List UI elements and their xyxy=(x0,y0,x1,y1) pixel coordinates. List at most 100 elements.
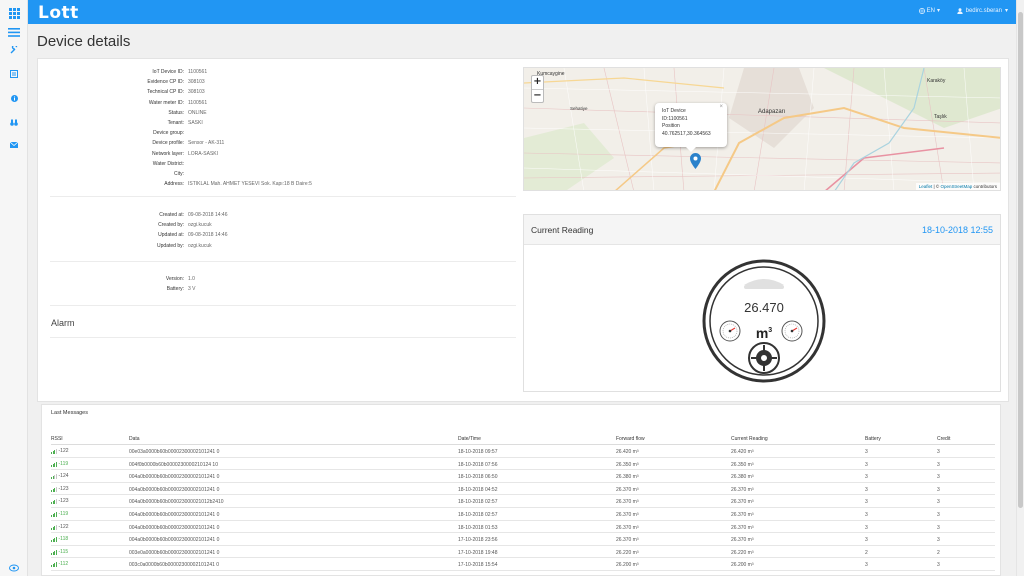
map-marker-icon[interactable] xyxy=(690,153,701,169)
signal-bars-icon xyxy=(51,499,57,505)
field-value: ozgi.kucuk xyxy=(188,222,212,229)
table-row[interactable]: -115 003e0a0000b60b00002300002101241 0 17-… xyxy=(51,546,995,559)
table-row[interactable]: -123 004a0b0000b60b000023000021012b2410 18… xyxy=(51,495,995,508)
battery-cell: 3 xyxy=(865,511,868,518)
current-reading-timestamp: 18-10-2018 12:55 xyxy=(921,225,993,235)
field-row: Evidence CP ID: 308103 xyxy=(50,77,312,87)
messages-table: RSSI Data Date/Time Forward flow Current Rea… xyxy=(51,434,995,571)
flow-cell: 26.370 m³ xyxy=(616,499,639,506)
data-cell: 004f0b0000b60b0000230000210124 10 xyxy=(129,461,218,468)
field-row: Technical CP ID: 308103 xyxy=(50,87,312,97)
current-reading-header: Current Reading 18-10-2018 12:55 xyxy=(524,215,1000,245)
zoom-out-button[interactable]: − xyxy=(532,89,543,102)
field-row: Created at: 09-08-2018 14:46 xyxy=(50,210,227,220)
credit-cell: 2 xyxy=(937,549,940,556)
field-row: Network layer: LORA-SASKI xyxy=(50,149,312,159)
field-label: Status: xyxy=(168,109,184,116)
flow-cell: 26.370 m³ xyxy=(616,537,639,544)
osm-link[interactable]: OpenStreetMap xyxy=(940,184,972,189)
dt-cell: 18-10-2018 09:57 xyxy=(458,449,498,455)
table-row[interactable]: -124 004a0b0000b60b00002300002101241 0 18-… xyxy=(51,470,995,483)
column-header[interactable]: Date/Time xyxy=(458,436,481,442)
wrench-icon[interactable] xyxy=(8,44,20,56)
language-selector[interactable]: EN ▾ xyxy=(918,7,940,14)
reading-cell: 26.370 m³ xyxy=(731,511,754,518)
table-row[interactable]: -119 004a0b0000b60b00002300002101241 0 18-… xyxy=(51,508,995,521)
field-value: 1100561 xyxy=(188,69,208,75)
data-cell: 004a0b0000b60b00002300002101241 0 xyxy=(129,537,220,544)
battery-cell: 2 xyxy=(865,549,868,556)
sidebar xyxy=(0,0,28,576)
table-row[interactable]: -122 00e03a0000b60b00002300002101241 0 18-… xyxy=(51,445,995,458)
map-place-label: Karaköy xyxy=(927,78,946,84)
info-icon[interactable] xyxy=(8,92,20,104)
binoculars-icon[interactable] xyxy=(8,116,20,128)
apps-grid-icon[interactable] xyxy=(8,7,20,19)
leaflet-link[interactable]: Leaflet xyxy=(919,184,933,189)
reading-unit: m xyxy=(756,325,768,341)
credit-cell: 3 xyxy=(937,537,940,544)
field-label: Water meter ID: xyxy=(148,99,184,106)
flow-cell: 26.380 m³ xyxy=(616,474,639,481)
field-row: Updated at: 09-08-2018 14:46 xyxy=(50,230,227,240)
field-value: 3 V xyxy=(188,286,196,293)
device-map[interactable]: Kumcaygine Adapazarı Karaköy Taşlık Seha… xyxy=(523,67,1001,191)
rssi-cell: -122 xyxy=(51,448,69,454)
reading-cell: 26.370 m³ xyxy=(731,499,754,506)
field-value: 308103 xyxy=(188,79,205,86)
field-row: IoT Device ID: 1100561 xyxy=(50,67,312,77)
mail-icon[interactable] xyxy=(8,139,20,151)
battery-cell: 3 xyxy=(865,461,868,468)
dt-cell: 17-10-2018 15:54 xyxy=(458,562,498,569)
battery-cell: 3 xyxy=(865,486,868,493)
app-logo[interactable]: Lott xyxy=(38,3,79,23)
table-row[interactable]: -119 004f0b0000b60b0000230000210124 10 18-… xyxy=(51,458,995,471)
table-row[interactable]: -123 004a0b0000b60b00002300002101241 0 18-… xyxy=(51,483,995,496)
field-row: Water District: xyxy=(50,159,312,169)
settings-icon[interactable] xyxy=(8,562,20,574)
list-icon[interactable] xyxy=(8,68,20,80)
table-row[interactable]: -122 004a0b0000b60b00002300002101241 0 18-… xyxy=(51,521,995,534)
rssi-value: -112 xyxy=(58,561,69,568)
field-value: 1.0 xyxy=(188,276,195,282)
dt-cell: 18-10-2018 04:52 xyxy=(458,486,498,493)
field-label: Version: xyxy=(165,276,184,282)
page-scrollbar[interactable] xyxy=(1016,0,1024,576)
menu-icon[interactable] xyxy=(8,26,20,38)
scrollbar-thumb[interactable] xyxy=(1018,12,1023,508)
field-row: Tenant: SASKI xyxy=(50,118,312,128)
table-row[interactable]: -118 004a0b0000b60b00002300002101241 0 17-… xyxy=(51,533,995,546)
field-label: Evidence CP ID: xyxy=(147,79,184,86)
credit-cell: 3 xyxy=(937,474,940,481)
divider xyxy=(50,196,516,197)
rssi-cell: -123 xyxy=(51,498,69,505)
reading-cell: 26.200 m³ xyxy=(731,562,754,569)
column-header[interactable]: Forward flow xyxy=(616,436,645,442)
reading-cell: 26.370 m³ xyxy=(731,537,754,544)
column-header[interactable]: RSSI xyxy=(51,436,63,442)
column-header[interactable]: Battery xyxy=(865,436,881,442)
audit-fields: Created at: 09-08-2018 14:46 Created by: oz… xyxy=(50,210,227,251)
rssi-value: -119 xyxy=(58,510,69,517)
user-menu[interactable]: bedirc.sberan ▾ xyxy=(956,7,1008,14)
field-row: Updated by: ozgi.kucuk xyxy=(50,241,227,251)
field-row: Address: ISTIKLAL Mah. AHMET YESEVI Sok. … xyxy=(50,179,312,189)
field-label: Battery: xyxy=(166,286,184,293)
column-header[interactable]: Current Reading xyxy=(731,436,768,442)
table-row[interactable]: -112 003c0a0000b60b00002300002101241 0 17-… xyxy=(51,558,995,571)
column-header[interactable]: Credit xyxy=(937,436,950,442)
zoom-in-button[interactable]: + xyxy=(532,76,543,89)
field-label: City: xyxy=(174,171,184,178)
popup-close-button[interactable]: × xyxy=(719,104,723,112)
field-row: Water meter ID: 1100561 xyxy=(50,98,312,108)
chevron-down-icon: ▾ xyxy=(1004,8,1008,14)
field-value: SASKI xyxy=(188,120,203,127)
rssi-value: -122 xyxy=(58,448,69,454)
attribution-suffix: contributors xyxy=(972,184,997,189)
field-label: Tenant: xyxy=(167,120,184,127)
field-label: Water District: xyxy=(152,160,184,167)
field-value: ISTIKLAL Mah. AHMET YESEVI Sok. Kapı:18 … xyxy=(188,181,312,188)
column-header[interactable]: Data xyxy=(129,436,140,442)
current-reading-value: 26.470 xyxy=(744,300,784,315)
credit-cell: 3 xyxy=(937,499,940,506)
